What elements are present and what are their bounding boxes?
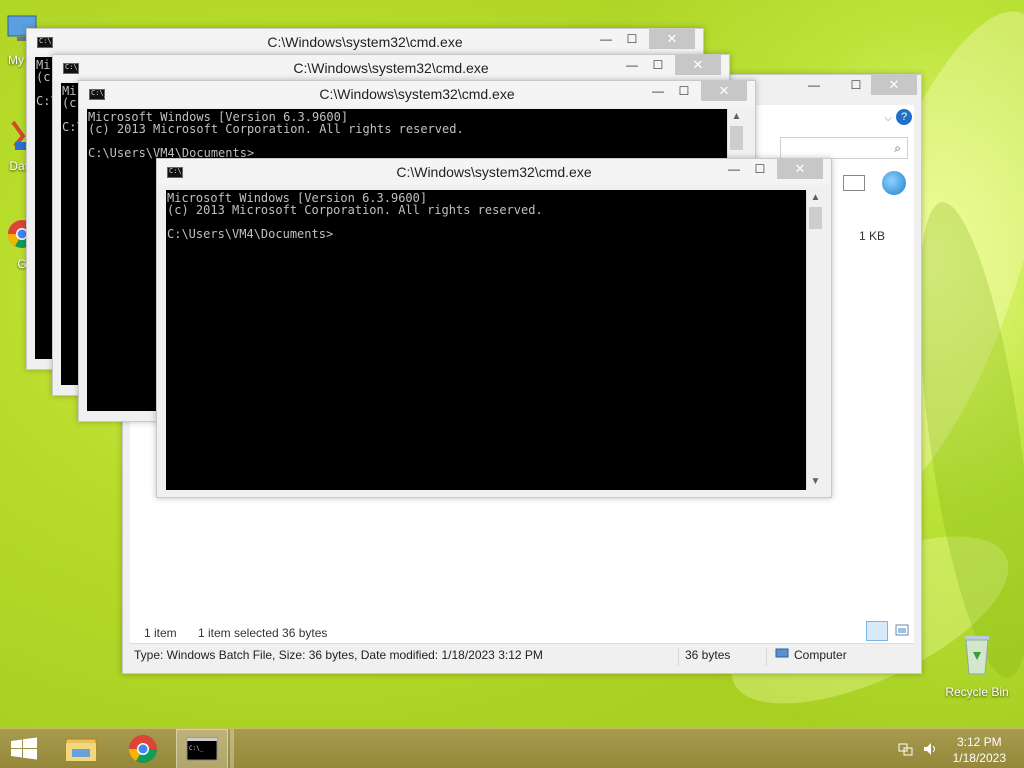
- svg-text:C:\_: C:\_: [189, 745, 204, 752]
- taskbar: C:\_ 3:12 PM 1/18/2023: [0, 728, 1024, 768]
- vertical-scrollbar[interactable]: ▲ ▼: [806, 190, 824, 490]
- minimize-button[interactable]: —: [721, 159, 747, 179]
- close-button[interactable]: ✕: [675, 55, 721, 75]
- scroll-up-arrow[interactable]: ▲: [728, 109, 745, 125]
- minimize-button[interactable]: —: [801, 75, 827, 95]
- maximize-button[interactable]: ☐: [843, 75, 869, 95]
- cmd-window-active[interactable]: C:\Windows\system32\cmd.exe — ☐ ✕ Micros…: [156, 158, 832, 498]
- file-size-cell: 1 KB: [858, 229, 885, 243]
- taskbar-chrome[interactable]: [118, 729, 168, 768]
- scroll-down-arrow[interactable]: ▼: [807, 474, 824, 490]
- close-button[interactable]: ✕: [649, 29, 695, 49]
- status-bar: Type: Windows Batch File, Size: 36 bytes…: [130, 643, 914, 667]
- clock-time: 3:12 PM: [956, 735, 1002, 749]
- taskbar-clock[interactable]: 3:12 PM 1/18/2023: [953, 734, 1006, 766]
- details-view-icon[interactable]: [866, 621, 888, 641]
- chrome-icon: [129, 735, 157, 763]
- scroll-thumb[interactable]: [730, 126, 743, 150]
- folder-icon: [65, 738, 97, 762]
- search-input[interactable]: ⌕: [780, 137, 908, 159]
- preview-pane-icon[interactable]: [843, 175, 865, 191]
- status-details: Type: Windows Batch File, Size: 36 bytes…: [134, 648, 543, 662]
- minimize-button[interactable]: —: [593, 29, 619, 49]
- minimize-button[interactable]: —: [619, 55, 645, 75]
- clock-date: 1/18/2023: [952, 751, 1006, 765]
- volume-icon[interactable]: [922, 741, 938, 760]
- maximize-button[interactable]: ☐: [645, 55, 671, 75]
- item-count: 1 item: [144, 626, 177, 640]
- maximize-button[interactable]: ☐: [747, 159, 773, 179]
- close-button[interactable]: ✕: [871, 75, 917, 95]
- cmd-titlebar[interactable]: C:\Windows\system32\cmd.exe — ☐ ✕: [157, 159, 831, 185]
- search-icon: ⌕: [894, 141, 901, 155]
- close-button[interactable]: ✕: [701, 81, 747, 101]
- maximize-button[interactable]: ☐: [619, 29, 645, 49]
- cmd-titlebar[interactable]: C:\Windows\system32\cmd.exe — ☐ ✕: [53, 55, 729, 81]
- console-output[interactable]: Microsoft Windows [Version 6.3.9600] (c)…: [166, 190, 806, 490]
- status-location-icon: [766, 648, 789, 666]
- globe-icon[interactable]: [882, 171, 906, 195]
- help-icon[interactable]: ?: [896, 109, 912, 125]
- recycle-bin-icon: [940, 630, 1014, 681]
- status-size: 36 bytes: [678, 648, 730, 666]
- taskbar-cmd[interactable]: C:\_: [176, 729, 228, 768]
- minimize-button[interactable]: —: [645, 81, 671, 101]
- chevron-down-icon[interactable]: ⌵: [884, 113, 892, 124]
- selection-info: 1 item selected 36 bytes: [198, 626, 328, 640]
- close-button[interactable]: ✕: [777, 159, 823, 179]
- large-icons-view-icon[interactable]: [892, 621, 914, 641]
- cmd-titlebar[interactable]: C:\Windows\system32\cmd.exe — ☐ ✕: [79, 81, 755, 107]
- status-location: Computer: [794, 648, 847, 662]
- scroll-thumb[interactable]: [809, 207, 822, 229]
- start-button[interactable]: [0, 729, 48, 768]
- cmd-titlebar[interactable]: C:\Windows\system32\cmd.exe — ☐ ✕: [27, 29, 703, 55]
- desktop-icon-label: Recycle Bin: [945, 685, 1009, 699]
- cmd-icon: C:\_: [186, 737, 218, 761]
- network-icon[interactable]: [898, 741, 914, 760]
- scroll-up-arrow[interactable]: ▲: [807, 190, 824, 206]
- maximize-button[interactable]: ☐: [671, 81, 697, 101]
- windows-logo-icon: [11, 737, 37, 760]
- taskbar-file-explorer[interactable]: [56, 729, 106, 768]
- desktop-icon-recycle-bin[interactable]: Recycle Bin: [940, 630, 1014, 699]
- taskbar-divider: [230, 729, 234, 768]
